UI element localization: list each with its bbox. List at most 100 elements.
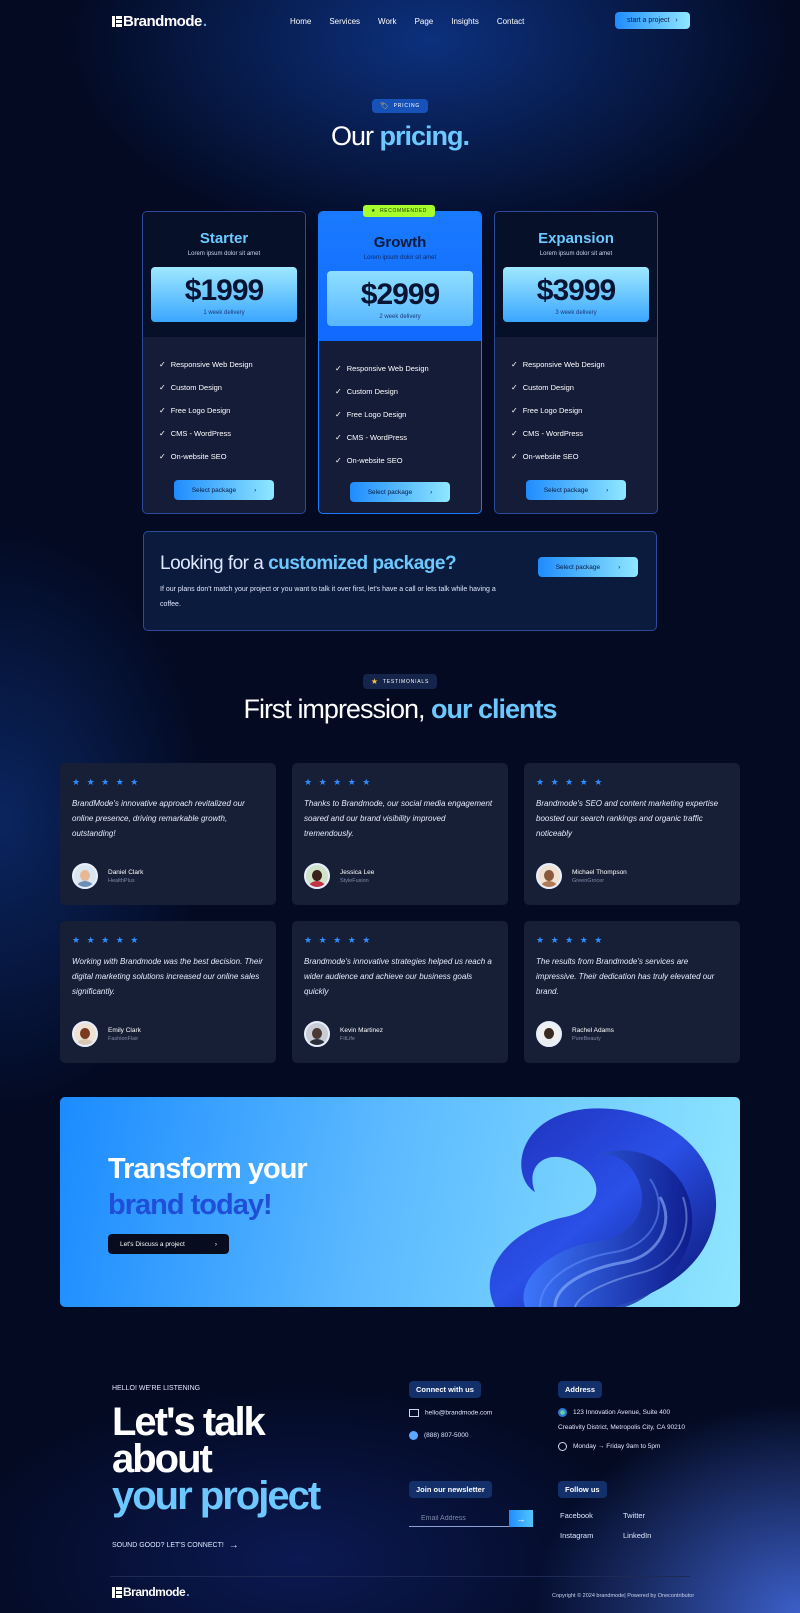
- nav-link-contact[interactable]: Contact: [497, 17, 525, 26]
- testimonial-quote: BrandMode's innovative approach revitali…: [72, 799, 245, 838]
- check-icon: ✓: [335, 387, 342, 396]
- footer-logo-text: Brandmode: [123, 1585, 186, 1599]
- plan-card-expansion: Expansion Lorem ipsum dolor sit amet $39…: [494, 211, 658, 514]
- check-icon: ✓: [159, 383, 166, 392]
- avatar: [72, 1021, 98, 1047]
- contact-headline: Let's talk about your project: [112, 1402, 321, 1518]
- chevron-right-icon: ›: [214, 1240, 217, 1248]
- plan-name: Growth: [373, 234, 427, 251]
- contact-email-row[interactable]: hello@brandmode.com: [409, 1409, 492, 1417]
- copyright-text: Copyright © 2024 brandmode| Powered by O…: [552, 1593, 695, 1599]
- main-nav: Home Services Work Page Insights Contact: [290, 17, 524, 26]
- feature-item: ✓ On-website SEO: [159, 445, 289, 468]
- contact-phone-row[interactable]: (888) 807-5000: [409, 1431, 468, 1440]
- author-company: FitLife: [340, 1035, 355, 1042]
- contact-headline-line2: about: [112, 1437, 213, 1481]
- author-company: StyleFusion: [340, 877, 369, 884]
- custom-title-plain: Looking for a: [160, 553, 264, 574]
- author-company: FashionFlair: [108, 1035, 139, 1042]
- footer-logo[interactable]: Brandmode.: [112, 1585, 190, 1599]
- author-company: HealthPlus: [108, 877, 135, 884]
- testimonial-card: ★ ★ ★ ★ ★ BrandMode's innovative approac…: [60, 763, 276, 905]
- feature-item: ✓ On-website SEO: [511, 445, 641, 468]
- nav-link-insights[interactable]: Insights: [451, 17, 479, 26]
- pricing-title-plain: Our: [330, 121, 374, 151]
- plan-name: Starter: [199, 230, 249, 247]
- wave-swirl-illustration: [489, 1108, 717, 1307]
- address-title: Address: [558, 1381, 603, 1398]
- select-package-label: Select package: [191, 486, 237, 494]
- rating-stars-icon: ★ ★ ★ ★ ★: [304, 777, 373, 787]
- testimonial-author: Jessica Lee StyleFusion: [304, 863, 374, 889]
- plan-name: Expansion: [538, 230, 614, 247]
- nav-link-work[interactable]: Work: [378, 17, 397, 26]
- testimonial-quote: Working with Brandmode was the best deci…: [72, 957, 263, 996]
- rating-stars-icon: ★ ★ ★ ★ ★: [72, 935, 141, 945]
- newsletter-email-input[interactable]: [409, 1511, 509, 1527]
- feature-label: CMS - WordPress: [522, 429, 583, 438]
- author-name: Kevin Martinez: [340, 1026, 383, 1034]
- chevron-right-icon: ›: [606, 486, 609, 494]
- contact-eyebrow: HELLO! WE'RE LISTENING: [112, 1385, 201, 1392]
- contact-phone: (888) 807-5000: [424, 1432, 469, 1440]
- custom-title-highlight: customized package?: [268, 553, 457, 574]
- social-link-linkedin[interactable]: LinkedIn: [623, 1531, 651, 1540]
- nav-link-page[interactable]: Page: [415, 17, 434, 26]
- check-icon: ✓: [335, 456, 342, 465]
- chevron-right-icon: ›: [430, 488, 433, 496]
- social-link-instagram[interactable]: Instagram: [560, 1531, 593, 1540]
- arrow-right-icon: →: [228, 1540, 239, 1551]
- testimonials-tag: ★ TESTIMONIALS: [362, 674, 438, 689]
- discuss-project-label: Let's Discuss a project: [120, 1240, 185, 1248]
- author-name: Jessica Lee: [340, 868, 375, 876]
- testimonial-author: Michael Thompson GreenGrocer: [536, 863, 627, 889]
- testimonial-quote: Brandmode's SEO and content marketing ex…: [536, 799, 719, 838]
- lets-connect-link[interactable]: SOUND GOOD? LET'S CONNECT! →: [112, 1540, 239, 1551]
- feature-item: ✓ Custom Design: [159, 376, 289, 399]
- feature-item: ✓ Responsive Web Design: [335, 357, 465, 380]
- rating-stars-icon: ★ ★ ★ ★ ★: [304, 935, 373, 945]
- price-tag-icon: 🏷: [379, 103, 390, 110]
- social-link-twitter[interactable]: Twitter: [623, 1511, 645, 1520]
- testimonial-card: ★ ★ ★ ★ ★ Brandmode's innovative strateg…: [292, 921, 508, 1063]
- feature-label: On-website SEO: [346, 456, 403, 465]
- author-name: Emily Clark: [108, 1026, 141, 1034]
- check-icon: ✓: [159, 429, 166, 438]
- plan-subtitle: Lorem ipsum dolor sit amet: [539, 251, 613, 257]
- footer-divider: [110, 1576, 690, 1577]
- social-link-facebook[interactable]: Facebook: [560, 1511, 593, 1520]
- address-line1: 123 Innovation Avenue, Suite 400: [573, 1409, 671, 1417]
- rating-stars-icon: ★ ★ ★ ★ ★: [536, 777, 605, 787]
- plan-delivery: 3 week delivery: [555, 310, 597, 316]
- pricing-tag-wrap: 🏷 PRICING: [0, 95, 800, 113]
- contact-headline-line3: your project: [112, 1474, 321, 1518]
- start-project-button[interactable]: start a project ›: [615, 12, 690, 29]
- feature-label: Responsive Web Design: [522, 360, 605, 369]
- feature-label: Responsive Web Design: [170, 360, 253, 369]
- cta-banner: Transform your brand today! Let's Discus…: [60, 1097, 740, 1307]
- select-package-button-growth[interactable]: Select package ›: [350, 482, 450, 502]
- custom-select-package-button[interactable]: Select package ›: [538, 557, 638, 577]
- banner-title-line2: brand today!: [108, 1189, 273, 1221]
- nav-link-home[interactable]: Home: [290, 17, 311, 26]
- plan-price: $2999: [360, 278, 440, 311]
- brand-logo[interactable]: Brandmode.: [112, 13, 207, 30]
- chevron-right-icon: ›: [675, 17, 678, 24]
- select-package-button-starter[interactable]: Select package ›: [174, 480, 274, 500]
- check-icon: ✓: [159, 406, 166, 415]
- address-line2: Creativity District, Metropolis City, CA…: [558, 1424, 686, 1431]
- newsletter-submit-button[interactable]: →: [509, 1510, 533, 1527]
- chevron-right-icon: ›: [254, 486, 257, 494]
- feature-item: ✓ Custom Design: [511, 376, 641, 399]
- author-name: Rachel Adams: [572, 1026, 614, 1034]
- plan-delivery: 2 week delivery: [379, 314, 421, 320]
- feature-label: Free Logo Design: [346, 410, 407, 419]
- plan-header: Growth Lorem ipsum dolor sit amet $2999 …: [319, 212, 481, 341]
- select-package-button-expansion[interactable]: Select package ›: [526, 480, 626, 500]
- avatar: [304, 1021, 330, 1047]
- price-box: $3999 3 week delivery: [503, 267, 649, 322]
- nav-link-services[interactable]: Services: [329, 17, 360, 26]
- discuss-project-button[interactable]: Let's Discuss a project ›: [108, 1234, 229, 1254]
- custom-package-description: If our plans don't match your project or…: [160, 586, 496, 608]
- testimonial-author: Emily Clark FashionFlair: [72, 1021, 141, 1047]
